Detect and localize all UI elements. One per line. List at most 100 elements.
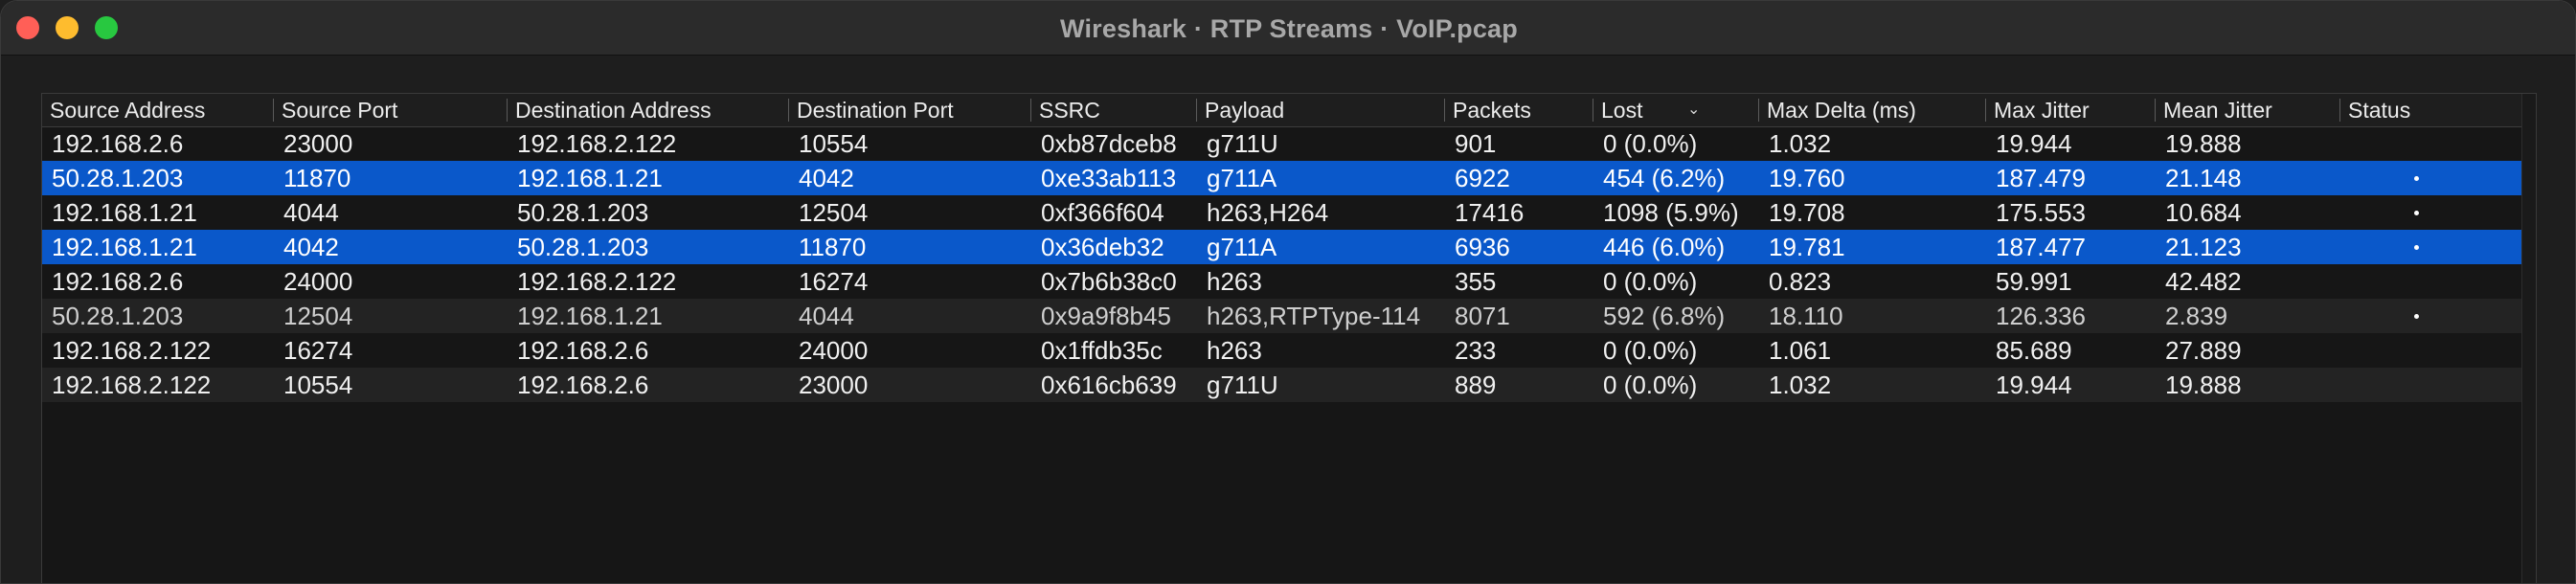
cell-mean-jitter: 19.888: [2165, 129, 2242, 158]
column-header-destination-port[interactable]: Destination Port: [789, 94, 1030, 126]
cell-source-port: 10554: [283, 371, 353, 399]
cell-source-address: 192.168.2.122: [52, 371, 212, 399]
cell-lost: 454 (6.2%): [1603, 164, 1726, 192]
table-row[interactable]: 192.168.2.122 10554 192.168.2.6 23000 0x616c…: [42, 368, 2536, 402]
cell-max-delta: 1.061: [1769, 336, 1832, 365]
cell-ssrc: 0x7b6b38c0: [1041, 267, 1177, 296]
cell-source-address: 192.168.1.21: [52, 198, 197, 227]
cell-source-port: 24000: [283, 267, 353, 296]
cell-destination-port: 4044: [799, 302, 854, 330]
cell-max-jitter: 187.477: [1996, 233, 2086, 261]
cell-lost: 0 (0.0%): [1603, 129, 1698, 158]
cell-payload: g711U: [1207, 371, 1278, 399]
cell-ssrc: 0x36deb32: [1041, 233, 1164, 261]
cell-source-address: 192.168.1.21: [52, 233, 197, 261]
sort-chevron-down-icon: ⌄: [1687, 101, 1701, 118]
cell-max-jitter: 19.944: [1996, 371, 2072, 399]
cell-destination-address: 192.168.2.122: [517, 267, 677, 296]
cell-destination-address: 192.168.1.21: [517, 302, 663, 330]
column-header-ssrc[interactable]: SSRC: [1031, 94, 1196, 126]
column-header-max-jitter[interactable]: Max Jitter: [1986, 94, 2155, 126]
status-dot-icon: [2414, 211, 2419, 215]
cell-ssrc: 0xe33ab113: [1041, 164, 1177, 192]
cell-ssrc: 0x9a9f8b45: [1041, 302, 1171, 330]
cell-destination-port: 10554: [799, 129, 869, 158]
cell-max-delta: 0.823: [1769, 267, 1832, 296]
table-row[interactable]: 50.28.1.203 12504 192.168.1.21 4044 0x9a9f8b…: [42, 299, 2536, 333]
cell-packets: 8071: [1455, 302, 1510, 330]
cell-mean-jitter: 27.889: [2165, 336, 2242, 365]
cell-lost: 0 (0.0%): [1603, 267, 1698, 296]
cell-packets: 6922: [1455, 164, 1510, 192]
column-header-source-port[interactable]: Source Port: [274, 94, 507, 126]
cell-lost: 0 (0.0%): [1603, 371, 1698, 399]
cell-ssrc: 0xb87dceb8: [1041, 129, 1177, 158]
cell-max-delta: 19.760: [1769, 164, 1845, 192]
cell-mean-jitter: 2.839: [2165, 302, 2228, 330]
table-row[interactable]: 192.168.1.21 4042 50.28.1.203 11870 0x36deb3…: [42, 230, 2536, 264]
rtp-streams-table[interactable]: Source Address Source Port Destination A…: [41, 93, 2537, 583]
cell-source-port: 12504: [283, 302, 353, 330]
status-dot-icon: [2414, 245, 2419, 250]
cell-ssrc: 0x616cb639: [1041, 371, 1177, 399]
table-row[interactable]: 192.168.1.21 4044 50.28.1.203 12504 0xf366f6…: [42, 195, 2536, 230]
cell-lost: 0 (0.0%): [1603, 336, 1698, 365]
cell-source-port: 11870: [283, 164, 351, 192]
cell-ssrc: 0x1ffdb35c: [1041, 336, 1163, 365]
cell-mean-jitter: 10.684: [2165, 198, 2242, 227]
cell-payload: h263: [1207, 336, 1262, 365]
title-bar: Wireshark · RTP Streams · VoIP.pcap: [1, 1, 2575, 56]
table-row[interactable]: 50.28.1.203 11870 192.168.1.21 4042 0xe33ab1…: [42, 161, 2536, 195]
table-header: Source Address Source Port Destination A…: [42, 94, 2536, 127]
cell-payload: g711A: [1207, 164, 1277, 192]
cell-max-delta: 19.708: [1769, 198, 1845, 227]
cell-max-jitter: 175.553: [1996, 198, 2086, 227]
cell-mean-jitter: 21.123: [2165, 233, 2242, 261]
status-dot-icon: [2414, 314, 2419, 319]
table-body: 192.168.2.6 23000 192.168.2.122 10554 0xb87d…: [42, 126, 2536, 402]
column-header-packets[interactable]: Packets: [1445, 94, 1593, 126]
table-row[interactable]: 192.168.2.6 23000 192.168.2.122 10554 0xb87d…: [42, 126, 2536, 161]
cell-packets: 889: [1455, 371, 1497, 399]
cell-lost: 446 (6.0%): [1603, 233, 1726, 261]
cell-destination-address: 192.168.2.122: [517, 129, 677, 158]
column-header-mean-jitter[interactable]: Mean Jitter: [2156, 94, 2339, 126]
cell-source-address: 50.28.1.203: [52, 302, 184, 330]
column-header-status[interactable]: Status: [2340, 94, 2513, 126]
cell-max-delta: 19.781: [1769, 233, 1845, 261]
cell-payload: g711A: [1207, 233, 1277, 261]
cell-source-address: 192.168.2.122: [52, 336, 212, 365]
table-row[interactable]: 192.168.2.6 24000 192.168.2.122 16274 0x7b6b…: [42, 264, 2536, 299]
cell-max-jitter: 59.991: [1996, 267, 2072, 296]
column-header-source-address[interactable]: Source Address: [42, 94, 272, 126]
cell-lost: 1098 (5.9%): [1603, 198, 1739, 227]
cell-destination-address: 50.28.1.203: [517, 198, 649, 227]
cell-destination-port: 11870: [799, 233, 867, 261]
cell-packets: 901: [1455, 129, 1497, 158]
cell-source-port: 4042: [283, 233, 339, 261]
cell-max-delta: 18.110: [1769, 302, 1843, 330]
column-header-max-delta[interactable]: Max Delta (ms): [1759, 94, 1985, 126]
cell-destination-port: 24000: [799, 336, 869, 365]
cell-destination-port: 16274: [799, 267, 869, 296]
status-dot-icon: [2414, 176, 2419, 181]
cell-max-jitter: 19.944: [1996, 129, 2072, 158]
cell-max-delta: 1.032: [1769, 371, 1832, 399]
cell-destination-address: 192.168.2.6: [517, 336, 649, 365]
cell-payload: h263: [1207, 267, 1262, 296]
column-header-lost[interactable]: Lost: [1593, 94, 1758, 126]
cell-destination-port: 23000: [799, 371, 869, 399]
table-row[interactable]: 192.168.2.122 16274 192.168.2.6 24000 0x1ffd…: [42, 333, 2536, 368]
cell-destination-address: 192.168.2.6: [517, 371, 649, 399]
cell-packets: 233: [1455, 336, 1497, 365]
cell-mean-jitter: 19.888: [2165, 371, 2242, 399]
cell-destination-port: 12504: [799, 198, 869, 227]
vertical-scrollbar[interactable]: [2521, 94, 2536, 583]
cell-payload: h263,RTPType-114: [1207, 302, 1421, 330]
column-header-payload[interactable]: Payload: [1197, 94, 1444, 126]
cell-source-address: 192.168.2.6: [52, 267, 184, 296]
column-header-destination-address[interactable]: Destination Address: [508, 94, 788, 126]
cell-payload: g711U: [1207, 129, 1278, 158]
cell-packets: 17416: [1455, 198, 1525, 227]
cell-source-address: 192.168.2.6: [52, 129, 184, 158]
